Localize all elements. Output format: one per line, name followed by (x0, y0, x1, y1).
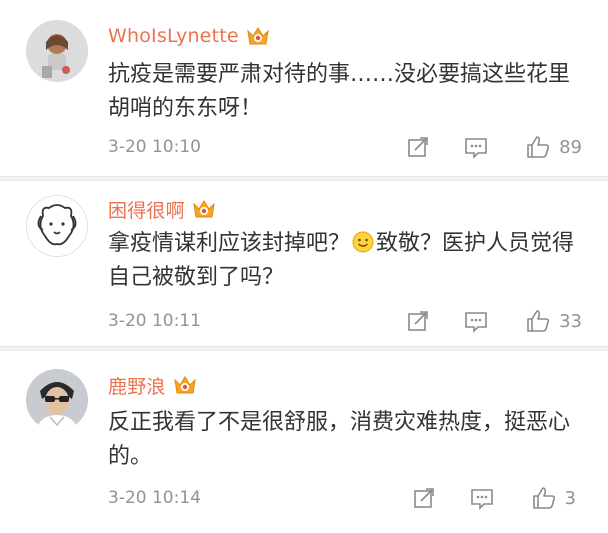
vip-crown-icon (172, 374, 198, 396)
comment-text: 抗疫是需要严肃对待的事……没必要搞这些花里胡哨的东东呀！ (108, 62, 571, 121)
forward-icon[interactable] (405, 308, 431, 334)
username[interactable]: 困得很啊 (108, 196, 185, 223)
smile-emoji (352, 230, 374, 253)
thumbs-up-icon (525, 308, 551, 334)
comment-item: 困得很啊 拿疫情谋利应该封掉吧？ 致敬？医护人员觉得自己被敬到了吗？ 3-20 1… (0, 181, 608, 346)
comment-icon[interactable] (463, 134, 489, 160)
forward-icon[interactable] (411, 485, 437, 511)
like-count: 89 (559, 136, 582, 158)
username[interactable]: WhoIsLynette (108, 25, 239, 47)
action-bar: 33 (405, 306, 582, 336)
like-button[interactable]: 3 (531, 485, 576, 511)
like-button[interactable]: 89 (525, 134, 582, 160)
like-count: 3 (564, 487, 576, 509)
username[interactable]: 鹿野浪 (108, 372, 166, 399)
thumbs-up-icon (525, 134, 551, 160)
avatar[interactable] (26, 195, 88, 257)
timestamp: 3-20 10:10 (108, 137, 201, 157)
like-button[interactable]: 33 (525, 308, 582, 334)
forward-icon[interactable] (405, 134, 431, 160)
comment-item: WhoIsLynette 抗疫是需要严肃对待的事……没必要搞这些花里胡哨的东东呀… (0, 0, 608, 176)
name-row: 鹿野浪 (108, 371, 198, 399)
avatar[interactable] (26, 20, 88, 82)
comment-icon[interactable] (463, 308, 489, 334)
comment-icon[interactable] (469, 485, 495, 511)
comment-text-part: 拿疫情谋利应该封掉吧？ (108, 231, 351, 256)
vip-crown-icon (245, 25, 271, 47)
timestamp: 3-20 10:14 (108, 488, 201, 508)
avatar[interactable] (26, 369, 88, 431)
comment-text: 反正我看了不是很舒服，消费灾难热度，挺恶心的。 (108, 410, 571, 469)
thumbs-up-icon (531, 485, 557, 511)
vip-crown-icon (191, 198, 217, 220)
action-bar: 89 (405, 132, 582, 162)
action-bar: 3 (411, 483, 576, 513)
timestamp: 3-20 10:11 (108, 311, 201, 331)
comment-text: 拿疫情谋利应该封掉吧？ 致敬？医护人员觉得自己被敬到了吗？ (108, 227, 578, 295)
like-count: 33 (559, 310, 582, 332)
name-row: 困得很啊 (108, 195, 217, 223)
name-row: WhoIsLynette (108, 22, 271, 50)
comment-item: 鹿野浪 反正我看了不是很舒服，消费灾难热度，挺恶心的。 3-20 10:14 3 (0, 351, 608, 533)
